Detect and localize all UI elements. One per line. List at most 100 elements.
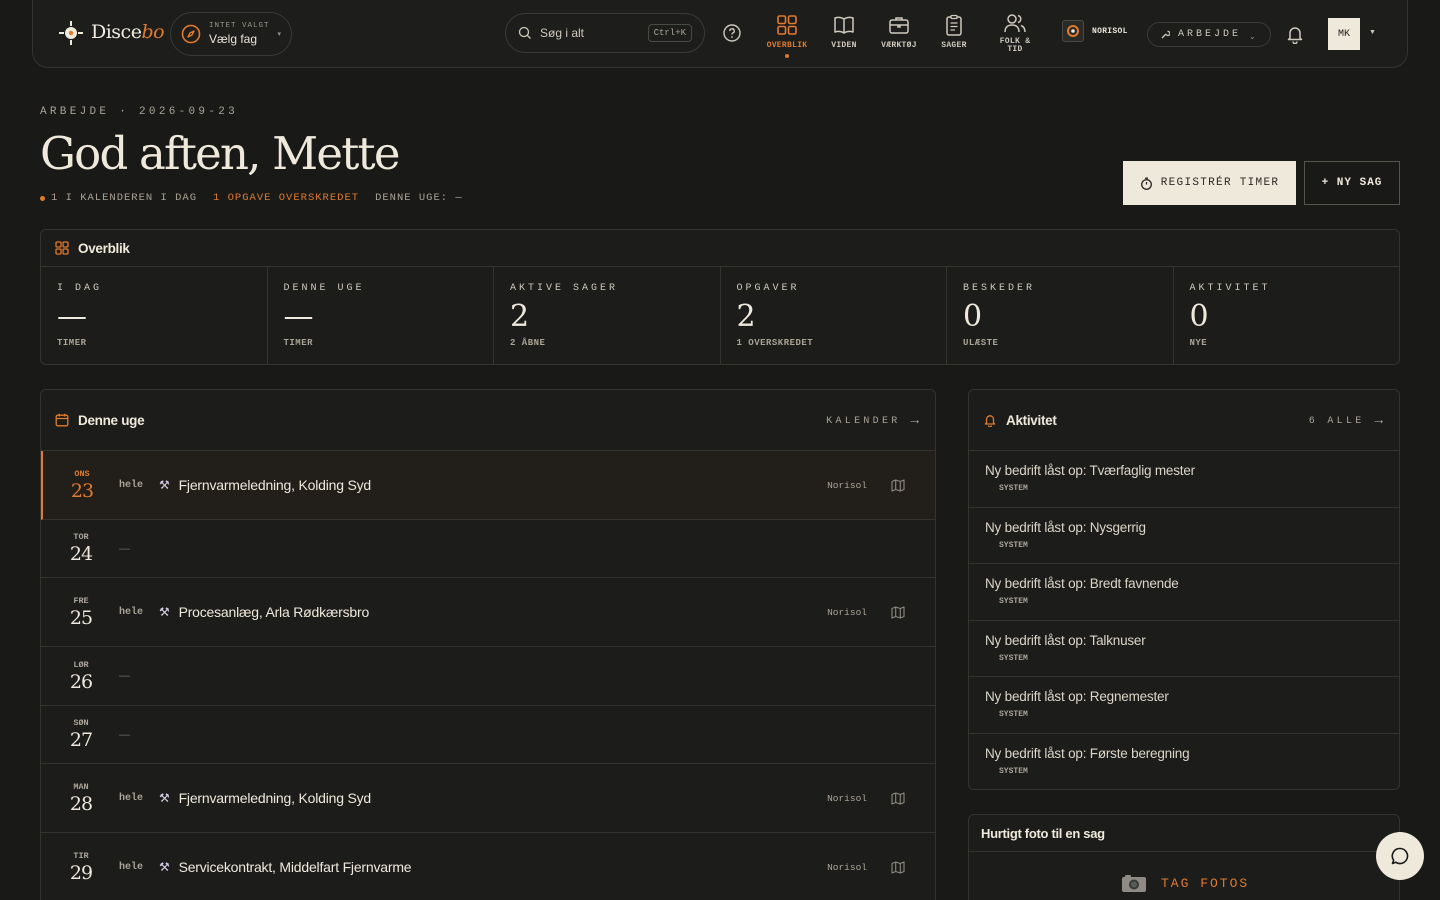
activity-source: SYSTEM bbox=[999, 710, 1028, 719]
day-number: 29 bbox=[69, 861, 93, 884]
trade-selector[interactable]: INTET VALGT Vælg fag ▾ bbox=[170, 12, 292, 56]
stat-value: — bbox=[57, 299, 87, 334]
stat-active-cases[interactable]: AKTIVE SAGER 2 2 ÅBNE bbox=[494, 267, 721, 365]
activity-item[interactable]: Ny bedrift låst op: Talknuser SYSTEM bbox=[969, 621, 1399, 677]
stat-sub: 2 ÅBNE bbox=[510, 338, 546, 348]
take-photo-label: TAG FOTOS bbox=[1161, 875, 1250, 891]
event-duration: hele bbox=[119, 792, 144, 804]
clipboard-icon bbox=[946, 14, 962, 36]
book-icon bbox=[834, 16, 854, 34]
stat-value: 2 bbox=[510, 299, 530, 334]
tools-icon: ⚒ bbox=[159, 860, 170, 874]
stat-value: 0 bbox=[963, 299, 983, 334]
activity-text: Ny bedrift låst op: Tværfaglig mester bbox=[985, 463, 1195, 478]
stat-this-week[interactable]: DENNE UGE — TIMER bbox=[268, 267, 494, 365]
logo-icon bbox=[59, 21, 83, 45]
activity-item[interactable]: Ny bedrift låst op: Regnemester SYSTEM bbox=[969, 677, 1399, 734]
stat-label: OPGAVER bbox=[736, 283, 800, 294]
day-number: 26 bbox=[69, 670, 93, 693]
day-cell: FRE 25 bbox=[41, 596, 119, 629]
logo[interactable]: Discebo bbox=[57, 18, 165, 46]
bell-icon bbox=[984, 415, 996, 427]
day-name: LØR bbox=[73, 659, 89, 670]
activity-item[interactable]: Ny bedrift låst op: Bredt favnende SYSTE… bbox=[969, 564, 1399, 621]
stat-activity[interactable]: AKTIVITET 0 NYE bbox=[1174, 267, 1400, 365]
nav-vaerktoej[interactable]: VÆRKTØJ bbox=[871, 14, 927, 50]
map-icon[interactable] bbox=[891, 605, 905, 619]
stat-sub: TIMER bbox=[283, 338, 314, 348]
activity-item[interactable]: Ny bedrift låst op: Nysgerrig SYSTEM bbox=[969, 508, 1399, 564]
stat-messages[interactable]: BESKEDER 0 ULÆSTE bbox=[947, 267, 1174, 365]
mode-selector[interactable]: ARBEJDE ⌄ bbox=[1147, 22, 1271, 47]
chevron-down-icon[interactable]: ▼ bbox=[1369, 29, 1376, 36]
activity-text: Ny bedrift låst op: Regnemester bbox=[985, 689, 1169, 704]
arrow-right-icon: → bbox=[1374, 413, 1383, 429]
day-number: 25 bbox=[69, 606, 93, 629]
search-input[interactable]: Søg i alt Ctrl+K bbox=[505, 13, 705, 53]
overview-header: Overblik bbox=[41, 230, 1399, 267]
logo-suffix: bo bbox=[141, 21, 165, 43]
event[interactable]: ⚒ Fjernvarmeledning, Kolding Syd bbox=[159, 477, 371, 493]
activity-source: SYSTEM bbox=[999, 540, 1028, 550]
week-row[interactable]: FRE 25 hele ⚒ Procesanlæg, Arla Rødkærsb… bbox=[41, 578, 935, 647]
stat-overdue[interactable]: 1 OPGAVE OVERSKREDET bbox=[213, 192, 359, 204]
activity-all-link[interactable]: 6 ALLE → bbox=[1309, 413, 1383, 429]
stat-sub: TIMER bbox=[57, 338, 87, 348]
map-icon[interactable] bbox=[891, 478, 905, 492]
week-row[interactable]: MAN 28 hele ⚒ Fjernvarmeledning, Kolding… bbox=[41, 764, 935, 833]
week-row[interactable]: SØN 27 — bbox=[41, 706, 935, 764]
nav-overblik[interactable]: OVERBLIK bbox=[759, 14, 815, 58]
notifications-button[interactable] bbox=[1285, 24, 1305, 44]
help-button[interactable] bbox=[723, 24, 741, 42]
day-cell: ONS 23 bbox=[43, 469, 119, 502]
calendar-link[interactable]: KALENDER → bbox=[826, 413, 919, 429]
activity-all-label: 6 ALLE bbox=[1308, 415, 1365, 427]
quick-photo-card: Hurtigt foto til en sag TAG FOTOS bbox=[968, 814, 1400, 900]
nav-folk-tid[interactable]: FOLK & TID bbox=[987, 12, 1043, 54]
stat-tasks[interactable]: OPGAVER 2 1 OVERSKREDET bbox=[721, 267, 947, 365]
event[interactable]: ⚒ Servicekontrakt, Middelfart Fjernvarme bbox=[159, 859, 412, 875]
event-title: Fjernvarmeledning, Kolding Syd bbox=[178, 477, 372, 493]
camera-icon bbox=[1122, 875, 1146, 892]
status-dot bbox=[40, 195, 45, 201]
week-row[interactable]: LØR 26 — bbox=[41, 647, 935, 706]
stat-sub: NYE bbox=[1189, 338, 1208, 348]
chat-button[interactable] bbox=[1376, 832, 1424, 880]
company-switcher[interactable]: NORISOL bbox=[1062, 20, 1128, 42]
event[interactable]: ⚒ Procesanlæg, Arla Rødkærsbro bbox=[159, 604, 369, 620]
day-name: TIR bbox=[73, 850, 89, 861]
nav-viden[interactable]: VIDEN bbox=[816, 14, 872, 50]
register-hours-button[interactable]: REGISTRÉR TIMER bbox=[1123, 161, 1296, 205]
trade-label: Vælg fag bbox=[209, 32, 258, 46]
nav-sager[interactable]: SAGER bbox=[926, 14, 982, 50]
week-row[interactable]: ONS 23 hele ⚒ Fjernvarmeledning, Kolding… bbox=[41, 451, 935, 520]
week-header: Denne uge KALENDER → bbox=[41, 390, 935, 451]
stat-sub: ULÆSTE bbox=[963, 338, 999, 348]
new-case-button[interactable]: + NY SAG bbox=[1304, 161, 1400, 205]
activity-item[interactable]: Ny bedrift låst op: Tværfaglig mester SY… bbox=[969, 451, 1399, 508]
event-company: Norisol bbox=[827, 479, 867, 491]
activity-source: SYSTEM bbox=[999, 653, 1028, 663]
grid-icon bbox=[55, 241, 69, 255]
day-cell: TOR 24 bbox=[41, 532, 119, 565]
activity-source: SYSTEM bbox=[999, 597, 1028, 606]
activity-header: Aktivitet 6 ALLE → bbox=[969, 390, 1399, 451]
nav-label: VIDEN bbox=[831, 41, 857, 50]
event-company: Norisol bbox=[827, 606, 867, 618]
take-photo-button[interactable]: TAG FOTOS bbox=[1121, 873, 1249, 893]
day-number: 28 bbox=[69, 792, 93, 815]
avatar[interactable]: MK bbox=[1328, 18, 1360, 50]
grid-icon bbox=[777, 15, 797, 35]
activity-item[interactable]: Ny bedrift låst op: Første beregning SYS… bbox=[969, 734, 1399, 790]
map-icon[interactable] bbox=[891, 860, 905, 874]
stat-today[interactable]: I DAG — TIMER bbox=[41, 267, 268, 365]
wrench-icon bbox=[1161, 30, 1170, 38]
week-row[interactable]: TIR 29 hele ⚒ Servicekontrakt, Middelfar… bbox=[41, 833, 935, 900]
stat-value: 0 bbox=[1189, 299, 1209, 334]
empty-day: — bbox=[119, 542, 130, 555]
stat-sub: 1 OVERSKREDET bbox=[736, 338, 814, 348]
map-icon[interactable] bbox=[891, 791, 905, 805]
event-duration: hele bbox=[119, 606, 144, 618]
event[interactable]: ⚒ Fjernvarmeledning, Kolding Syd bbox=[159, 790, 371, 806]
week-row[interactable]: TOR 24 — bbox=[41, 520, 935, 578]
